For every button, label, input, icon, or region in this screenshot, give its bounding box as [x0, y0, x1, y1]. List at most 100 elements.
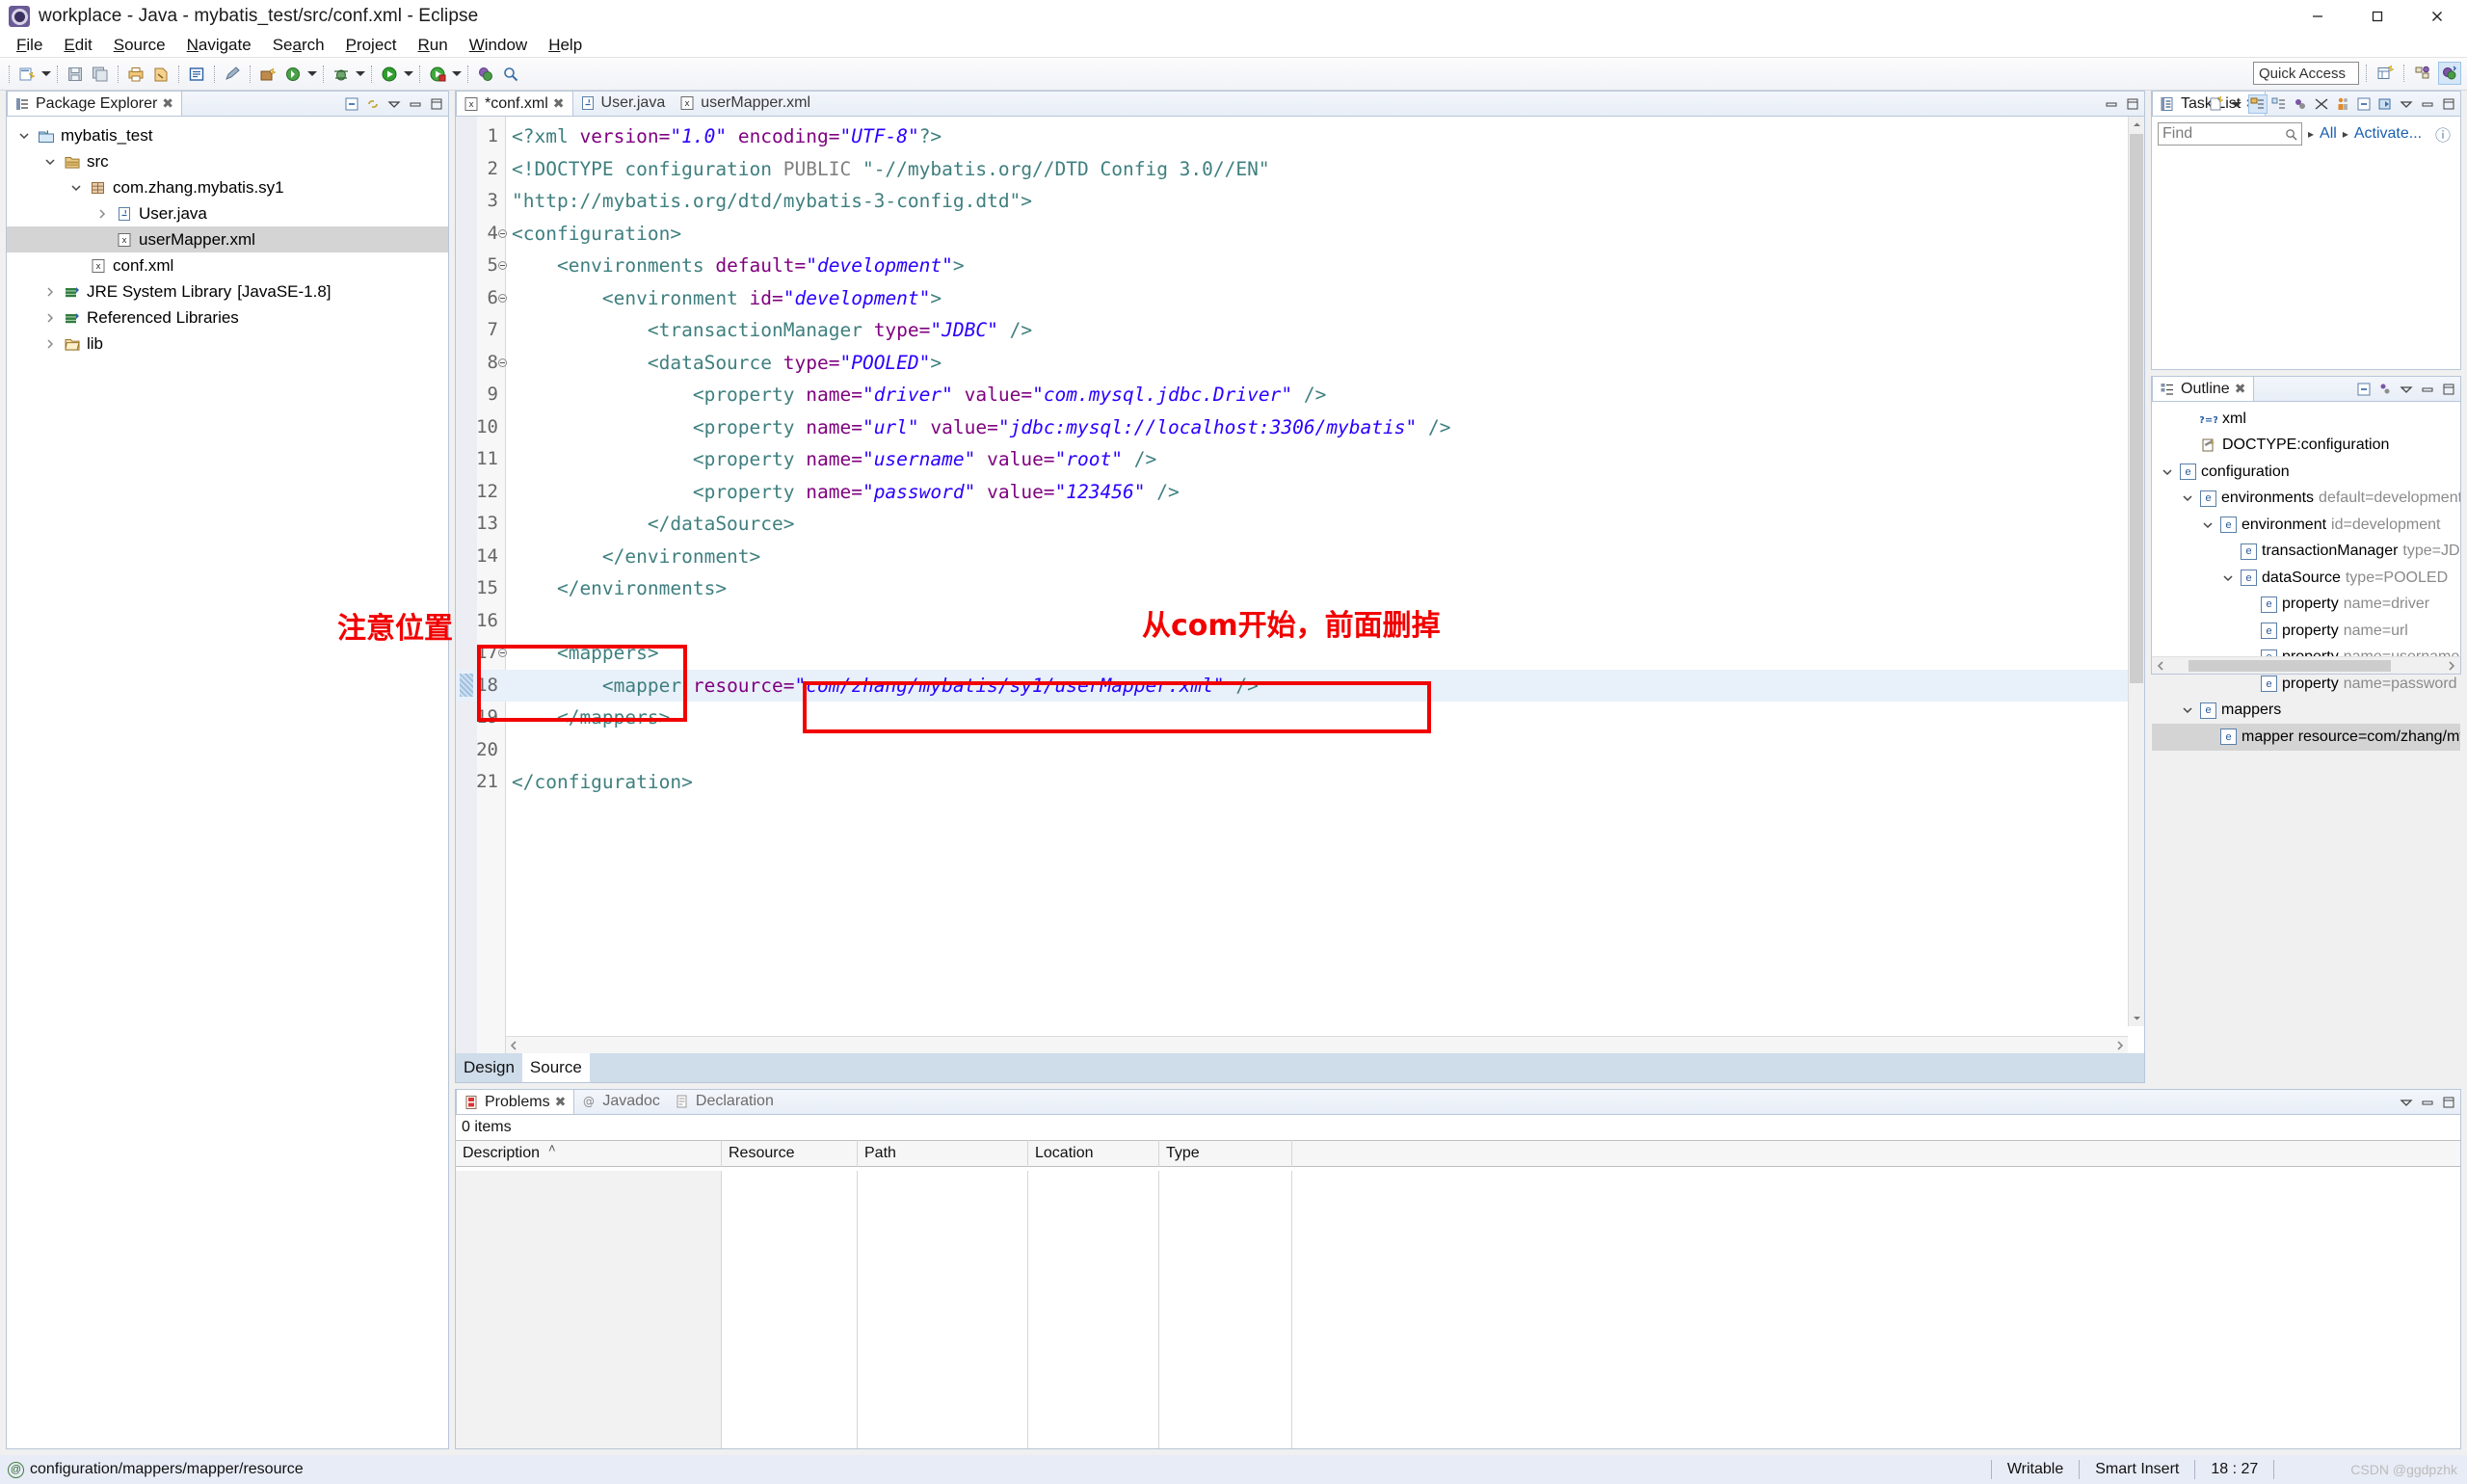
scroll-left-icon[interactable] — [509, 1040, 518, 1050]
open-perspective-icon[interactable] — [2374, 62, 2397, 85]
debug-dropdown-icon[interactable] — [305, 63, 318, 86]
problems-column-path[interactable]: Path — [858, 1140, 1028, 1167]
toggle-markoccurrences-icon[interactable] — [185, 63, 208, 86]
export-icon[interactable] — [149, 63, 172, 86]
scroll-down-icon[interactable] — [2129, 1010, 2144, 1026]
pencil-icon[interactable] — [221, 63, 244, 86]
close-button[interactable] — [2407, 0, 2467, 33]
problems-column-type[interactable]: Type — [1159, 1140, 1292, 1167]
chevron-right-icon[interactable] — [42, 310, 58, 326]
outline-horizontal-scrollbar[interactable] — [2152, 656, 2460, 674]
menu-project[interactable]: Project — [335, 34, 408, 57]
code-text-area[interactable]: <?xml version="1.0" encoding="UTF-8"?> <!… — [506, 117, 2144, 1053]
scrollbar-thumb[interactable] — [2188, 659, 2391, 672]
chevron-down-icon[interactable] — [16, 128, 32, 144]
run-last-tool-icon[interactable] — [426, 63, 449, 86]
new-task-icon[interactable] — [2206, 94, 2225, 114]
tree-item-usermapper-xml[interactable]: x userMapper.xml — [7, 226, 448, 252]
minimize-button[interactable] — [2288, 0, 2348, 33]
chevron-down-icon[interactable] — [2200, 517, 2215, 533]
menu-window[interactable]: Window — [459, 34, 538, 57]
outline-tree[interactable]: ?=? xml DOCTYPE:configuration e configuratio… — [2152, 402, 2460, 751]
menu-help[interactable]: Help — [538, 34, 593, 57]
categorize-icon[interactable] — [2248, 94, 2268, 114]
editor-mode-tab-design[interactable]: Design — [456, 1053, 522, 1082]
view-menu-icon[interactable] — [2397, 94, 2416, 114]
maximize-icon[interactable] — [2439, 94, 2458, 114]
scrollbar-thumb[interactable] — [2130, 134, 2143, 683]
run-history-dropdown-icon[interactable] — [402, 63, 414, 86]
new-wizard-icon[interactable] — [15, 63, 39, 86]
package-explorer-tree[interactable]: mybatis_test src com.zhang.mybatis.sy1 User… — [7, 117, 448, 357]
problems-column-location[interactable]: Location — [1028, 1140, 1159, 1167]
tab-package-explorer[interactable]: Package Explorer ✖ — [7, 91, 183, 116]
print-icon[interactable] — [124, 63, 147, 86]
source-editor[interactable]: 1 2 3 4 5 6 7 8 9 10 11 12 13 14 15 16 17 18 19 20 21 <?xml … — [456, 117, 2144, 1053]
sort-icon[interactable] — [2375, 380, 2395, 399]
view-menu-icon[interactable] — [2397, 1093, 2416, 1112]
outline-item-mapper-resource-com-zhang-mybatis-sy1-us[interactable]: e mapper resource=com/zhang/mybatis/sy1/u… — [2152, 724, 2460, 751]
new-task-dropdown-icon[interactable] — [2227, 94, 2246, 114]
outline-item-configuration[interactable]: e configuration — [2152, 459, 2460, 486]
editor-vertical-scrollbar[interactable] — [2128, 117, 2144, 1026]
tab-outline[interactable]: Outline ✖ — [2152, 376, 2255, 401]
menu-source[interactable]: Source — [103, 34, 176, 57]
menu-run[interactable]: Run — [408, 34, 459, 57]
outline-item-mappers[interactable]: e mappers — [2152, 698, 2460, 725]
save-all-icon[interactable] — [89, 63, 112, 86]
minimize-icon[interactable] — [2418, 1093, 2437, 1112]
problems-column-resource[interactable]: Resource — [722, 1140, 858, 1167]
link-with-editor-icon[interactable] — [363, 94, 383, 114]
restore-icon[interactable] — [2375, 94, 2395, 114]
maximize-icon[interactable] — [2439, 380, 2458, 399]
problems-tab-javadoc[interactable]: @ Javadoc — [574, 1089, 668, 1114]
view-menu-icon[interactable] — [385, 94, 404, 114]
menu-file[interactable]: File — [6, 34, 53, 57]
run-icon[interactable] — [378, 63, 401, 86]
outline-item-xml[interactable]: ?=? xml — [2152, 406, 2460, 433]
chevron-right-icon[interactable] — [42, 284, 58, 300]
close-icon[interactable]: ✖ — [555, 1094, 567, 1110]
tree-item-com-zhang-mybatis-sy1[interactable]: com.zhang.mybatis.sy1 — [7, 174, 448, 200]
task-find-input[interactable]: Find — [2158, 122, 2302, 146]
close-icon[interactable]: ✖ — [2235, 381, 2246, 397]
outline-item-transactionmanager[interactable]: e transactionManagertype=JDBC — [2152, 539, 2460, 566]
presentation-icon[interactable] — [2291, 94, 2310, 114]
minimize-icon[interactable] — [406, 94, 425, 114]
outline-item-doctype-configuration[interactable]: DOCTYPE:configuration — [2152, 433, 2460, 460]
tree-item-conf-xml[interactable]: x conf.xml — [7, 252, 448, 278]
tree-item-src[interactable]: src — [7, 148, 448, 174]
problems-tab-problems[interactable]: Problems ✖ — [456, 1089, 575, 1114]
editor-tab-usermapper.xml[interactable]: x userMapper.xml — [673, 91, 818, 116]
close-icon[interactable]: ✖ — [162, 95, 173, 112]
search-icon[interactable] — [2285, 128, 2297, 141]
maximize-icon[interactable] — [2123, 94, 2142, 114]
open-type-icon[interactable] — [256, 63, 279, 86]
quick-access-input[interactable]: Quick Access — [2253, 62, 2359, 85]
minimize-icon[interactable] — [2102, 94, 2121, 114]
java-perspective-icon[interactable] — [2411, 62, 2434, 85]
menu-search[interactable]: Search — [262, 34, 335, 57]
search-icon[interactable] — [499, 63, 522, 86]
focus-icon[interactable] — [2333, 94, 2352, 114]
chevron-down-icon[interactable] — [2160, 464, 2175, 480]
filter-icon[interactable] — [2312, 94, 2331, 114]
scroll-left-icon[interactable] — [2156, 660, 2165, 671]
java-ee-perspective-icon[interactable] — [2438, 62, 2461, 85]
maximize-button[interactable] — [2348, 0, 2407, 33]
chevron-down-icon[interactable] — [2180, 702, 2195, 718]
collapse-all-icon[interactable] — [2354, 380, 2374, 399]
editor-tab-conf.xml[interactable]: x *conf.xml ✖ — [456, 91, 573, 116]
help-icon[interactable]: ⓘ — [2435, 122, 2451, 146]
view-menu-icon[interactable] — [2397, 380, 2416, 399]
scroll-up-icon[interactable] — [2129, 117, 2144, 133]
schedule-icon[interactable] — [2269, 94, 2289, 114]
menu-navigate[interactable]: Navigate — [176, 34, 262, 57]
outline-item-environment[interactable]: e environment id=development — [2152, 512, 2460, 539]
task-activate-link[interactable]: Activate... — [2354, 125, 2422, 143]
scroll-right-icon[interactable] — [2447, 660, 2456, 671]
editor-mode-tab-source[interactable]: Source — [521, 1053, 590, 1082]
outline-item-property[interactable]: e property name=url — [2152, 618, 2460, 645]
tree-item-lib[interactable]: lib — [7, 331, 448, 357]
task-filter-all[interactable]: All — [2320, 125, 2337, 143]
